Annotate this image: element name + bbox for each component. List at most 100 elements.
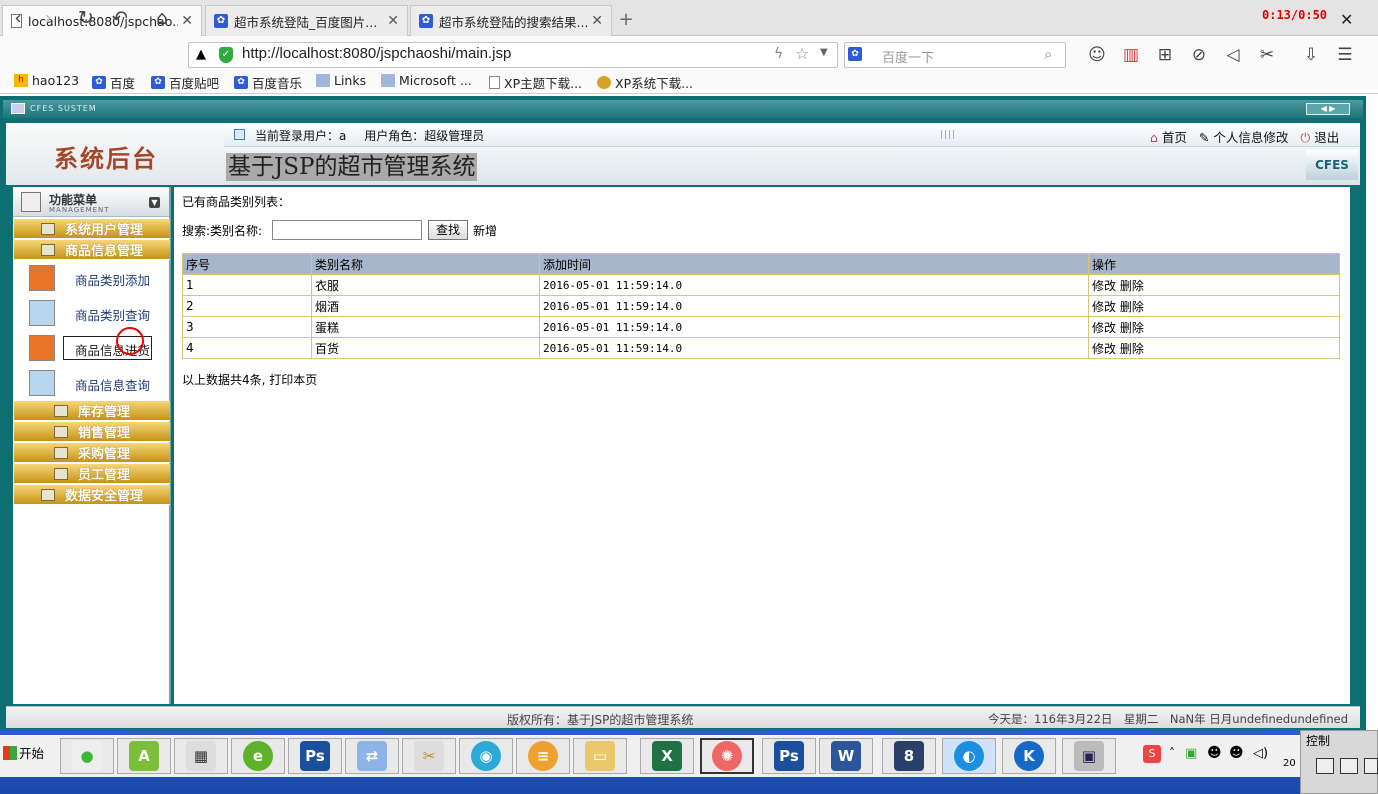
back-icon[interactable]: ‹ [6, 6, 30, 30]
add-category-icon[interactable] [29, 265, 55, 291]
start-button[interactable]: 开始 [3, 743, 44, 762]
window-close-icon[interactable]: ✕ [1340, 10, 1353, 29]
search-input[interactable]: 百度一下 [882, 47, 934, 66]
taskbar-app4[interactable]: e [231, 738, 285, 774]
taskbar-word[interactable]: W [819, 738, 873, 774]
ime-icon[interactable]: S [1143, 745, 1161, 763]
star-icon[interactable]: ☆ [795, 44, 809, 63]
maximize-icon[interactable] [1340, 758, 1358, 774]
profile-link[interactable]: 个人信息修改 [1213, 130, 1288, 145]
close-icon[interactable]: ✕ [387, 13, 399, 29]
taskbar-browser-active[interactable]: ◐ [942, 738, 996, 774]
undo-icon[interactable]: ↶ [108, 6, 132, 30]
taskbar-app6[interactable]: ⇄ [345, 738, 399, 774]
chat-icon[interactable]: ☺ [1086, 44, 1108, 66]
menu-icon[interactable]: ☰ [1334, 44, 1356, 66]
bookmark-links[interactable]: Links [316, 73, 366, 88]
edit-link[interactable]: 修改 [1092, 279, 1116, 293]
collapse-icon[interactable]: ▼ [149, 197, 160, 208]
taskbar-app9[interactable]: ≡ [516, 738, 570, 774]
menu-category-sales[interactable]: 销售管理 [14, 422, 170, 442]
delete-link[interactable]: 删除 [1120, 342, 1144, 356]
submenu-query-product[interactable]: 商品信息查询 [75, 375, 150, 394]
edit-link[interactable]: 修改 [1092, 321, 1116, 335]
menu-category-inventory[interactable]: 库存管理 [14, 401, 170, 421]
taskbar-android[interactable]: A [117, 738, 171, 774]
logo-title: 系统后台 [54, 144, 158, 173]
restore-icon[interactable] [1316, 758, 1334, 774]
delete-link[interactable]: 删除 [1120, 300, 1144, 314]
url-text[interactable]: http://localhost:8080/jspchaoshi/main.js… [242, 45, 511, 62]
lightning-icon[interactable]: ϟ [774, 46, 783, 62]
taskbar-excel[interactable]: X [640, 738, 694, 774]
table-row: 1 衣服 2016-05-01 11:59:14.0 修改 删除 [182, 274, 1340, 296]
apps-grid-icon[interactable]: ⊞ [1154, 44, 1176, 66]
network-tray-icon[interactable]: ▣ [1185, 746, 1197, 761]
edit-link[interactable]: 修改 [1092, 300, 1116, 314]
home-link[interactable]: 首页 [1162, 130, 1187, 145]
find-button[interactable]: 查找 [428, 220, 468, 240]
chevron-down-icon[interactable]: ▼ [820, 47, 828, 58]
bookmark-hao123[interactable]: h hao123 [14, 73, 79, 88]
scissors-icon[interactable]: ✂ [1256, 44, 1278, 66]
home-icon[interactable]: ⌂ [150, 6, 174, 30]
menu-category-staff[interactable]: 员工管理 [14, 464, 170, 484]
download-icon[interactable]: ⇩ [1300, 44, 1322, 66]
bookmark-baidu[interactable]: ✿ 百度 [92, 73, 135, 92]
submenu-add-category[interactable]: 商品类别添加 [75, 270, 150, 289]
forward-icon[interactable]: › [36, 6, 60, 30]
delete-link[interactable]: 删除 [1120, 279, 1144, 293]
taskbar-app18[interactable]: ▣ [1062, 738, 1116, 774]
clock[interactable]: 20 [1283, 758, 1296, 769]
search-icon[interactable]: ⌕ [1044, 45, 1052, 63]
reload-icon[interactable]: ↻ [74, 6, 98, 30]
menu-category-data-security[interactable]: 数据安全管理 [14, 485, 170, 505]
baidu-paw-icon: ✿ [848, 47, 862, 61]
taskbar-app7[interactable]: ✂ [402, 738, 456, 774]
volume-icon[interactable]: ◁) [1253, 746, 1268, 761]
menu-category-system-users[interactable]: 系统用户管理 [14, 219, 170, 239]
taskbar-app8[interactable]: ◉ [459, 738, 513, 774]
bookmark-tieba[interactable]: ✿ 百度贴吧 [151, 73, 219, 92]
taskbar-photoshop[interactable]: Ps [288, 738, 342, 774]
compass-icon[interactable]: ⊘ [1188, 44, 1210, 66]
new-tab-button[interactable]: + [614, 10, 638, 32]
close-icon[interactable] [1364, 758, 1378, 774]
stock-in-icon[interactable] [29, 335, 55, 361]
tab-baidu-search[interactable]: ✿ 超市系统登陆的搜索结果... ✕ [410, 5, 612, 36]
delete-link[interactable]: 删除 [1120, 321, 1144, 335]
taskbar-app17[interactable]: K [1002, 738, 1056, 774]
edit-link[interactable]: 修改 [1092, 342, 1116, 356]
bookmark-baidu-music[interactable]: ✿ 百度音乐 [234, 73, 302, 92]
logout-link[interactable]: 退出 [1314, 130, 1339, 145]
taskbar-app12[interactable]: ✺ [700, 738, 754, 774]
close-icon[interactable]: ✕ [591, 13, 603, 29]
bookmark-xp-system[interactable]: XP系统下载... [597, 73, 693, 92]
add-link[interactable]: 新增 [473, 222, 497, 239]
frame-nav-arrows-icon[interactable]: ◀ ▶ [1306, 103, 1350, 115]
taskbar-app3[interactable]: ▦ [174, 738, 228, 774]
stats-icon[interactable]: ▥ [1120, 44, 1142, 66]
search-box[interactable] [844, 42, 1066, 68]
query-category-icon[interactable] [29, 300, 55, 326]
taskbar-app15[interactable]: 8 [882, 738, 936, 774]
menu-category-purchase[interactable]: 采购管理 [14, 443, 170, 463]
taskbar-wechat[interactable]: ● [60, 738, 114, 774]
chevron-up-icon[interactable]: ˄ [1169, 746, 1175, 760]
taskbar-explorer[interactable]: ▭ [573, 738, 627, 774]
category-name-input[interactable] [272, 220, 422, 240]
bookmark-microsoft[interactable]: Microsoft ... [381, 73, 472, 88]
query-product-icon[interactable] [29, 370, 55, 396]
bookmark-label: hao123 [32, 73, 80, 88]
qq-icon[interactable]: ☻ [1207, 745, 1222, 761]
taskbar-photoshop2[interactable]: Ps [762, 738, 816, 774]
qq-icon-2[interactable]: ☻ [1229, 745, 1244, 761]
speaker-icon[interactable]: ◁ [1222, 44, 1244, 66]
close-icon[interactable]: ✕ [181, 13, 193, 29]
category-label: 员工管理 [77, 468, 130, 483]
bookmark-xp-theme[interactable]: XP主题下载... [489, 73, 582, 92]
tab-baidu-images[interactable]: ✿ 超市系统登陆_百度图片... ✕ [205, 5, 408, 36]
sun-icon: ✺ [712, 741, 742, 771]
submenu-query-category[interactable]: 商品类别查询 [75, 305, 150, 324]
menu-category-product-info[interactable]: 商品信息管理 [14, 240, 170, 260]
